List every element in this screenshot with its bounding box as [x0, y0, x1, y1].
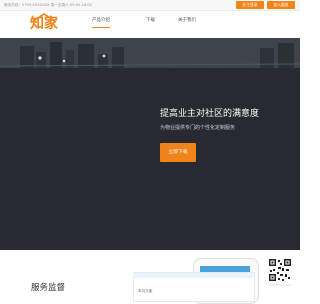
hero-banner: [0, 68, 300, 250]
nav-active-indicator: [92, 27, 110, 28]
hero-title: 提高业主对社区的满意度: [160, 109, 260, 119]
section-title-service-supervision: 服务监督: [31, 283, 66, 293]
download-now-button[interactable]: 立即下载: [160, 143, 196, 162]
qr-code-image: [268, 258, 292, 288]
app-card-header: [133, 273, 253, 278]
nav-item-about[interactable]: 关于我们: [178, 17, 196, 25]
nav-item-products[interactable]: 产品介绍: [92, 17, 110, 25]
owner-login-button[interactable]: 业主登录: [236, 1, 264, 9]
hero-subtitle: 为物业提供专门的个性化定制服务: [160, 125, 236, 131]
city-skyline-image: [0, 38, 300, 68]
site-logo[interactable]: 知家: [30, 13, 58, 35]
hero-skyline-image: [0, 38, 300, 68]
nav-item-download[interactable]: 下载: [146, 17, 155, 25]
service-hotline-text: 服务热线：0799-XXXXXXX 周一至周六 09:00-18:00: [4, 3, 92, 7]
logo-text: 知家: [30, 16, 58, 32]
top-bar: 服务热线：0799-XXXXXXX 周一至周六 09:00-18:00 业主登录…: [0, 0, 300, 11]
app-card-label: 本月万能: [138, 289, 153, 293]
qr-code-icon: [268, 258, 292, 288]
join-service-button[interactable]: 加入服务: [267, 1, 295, 9]
